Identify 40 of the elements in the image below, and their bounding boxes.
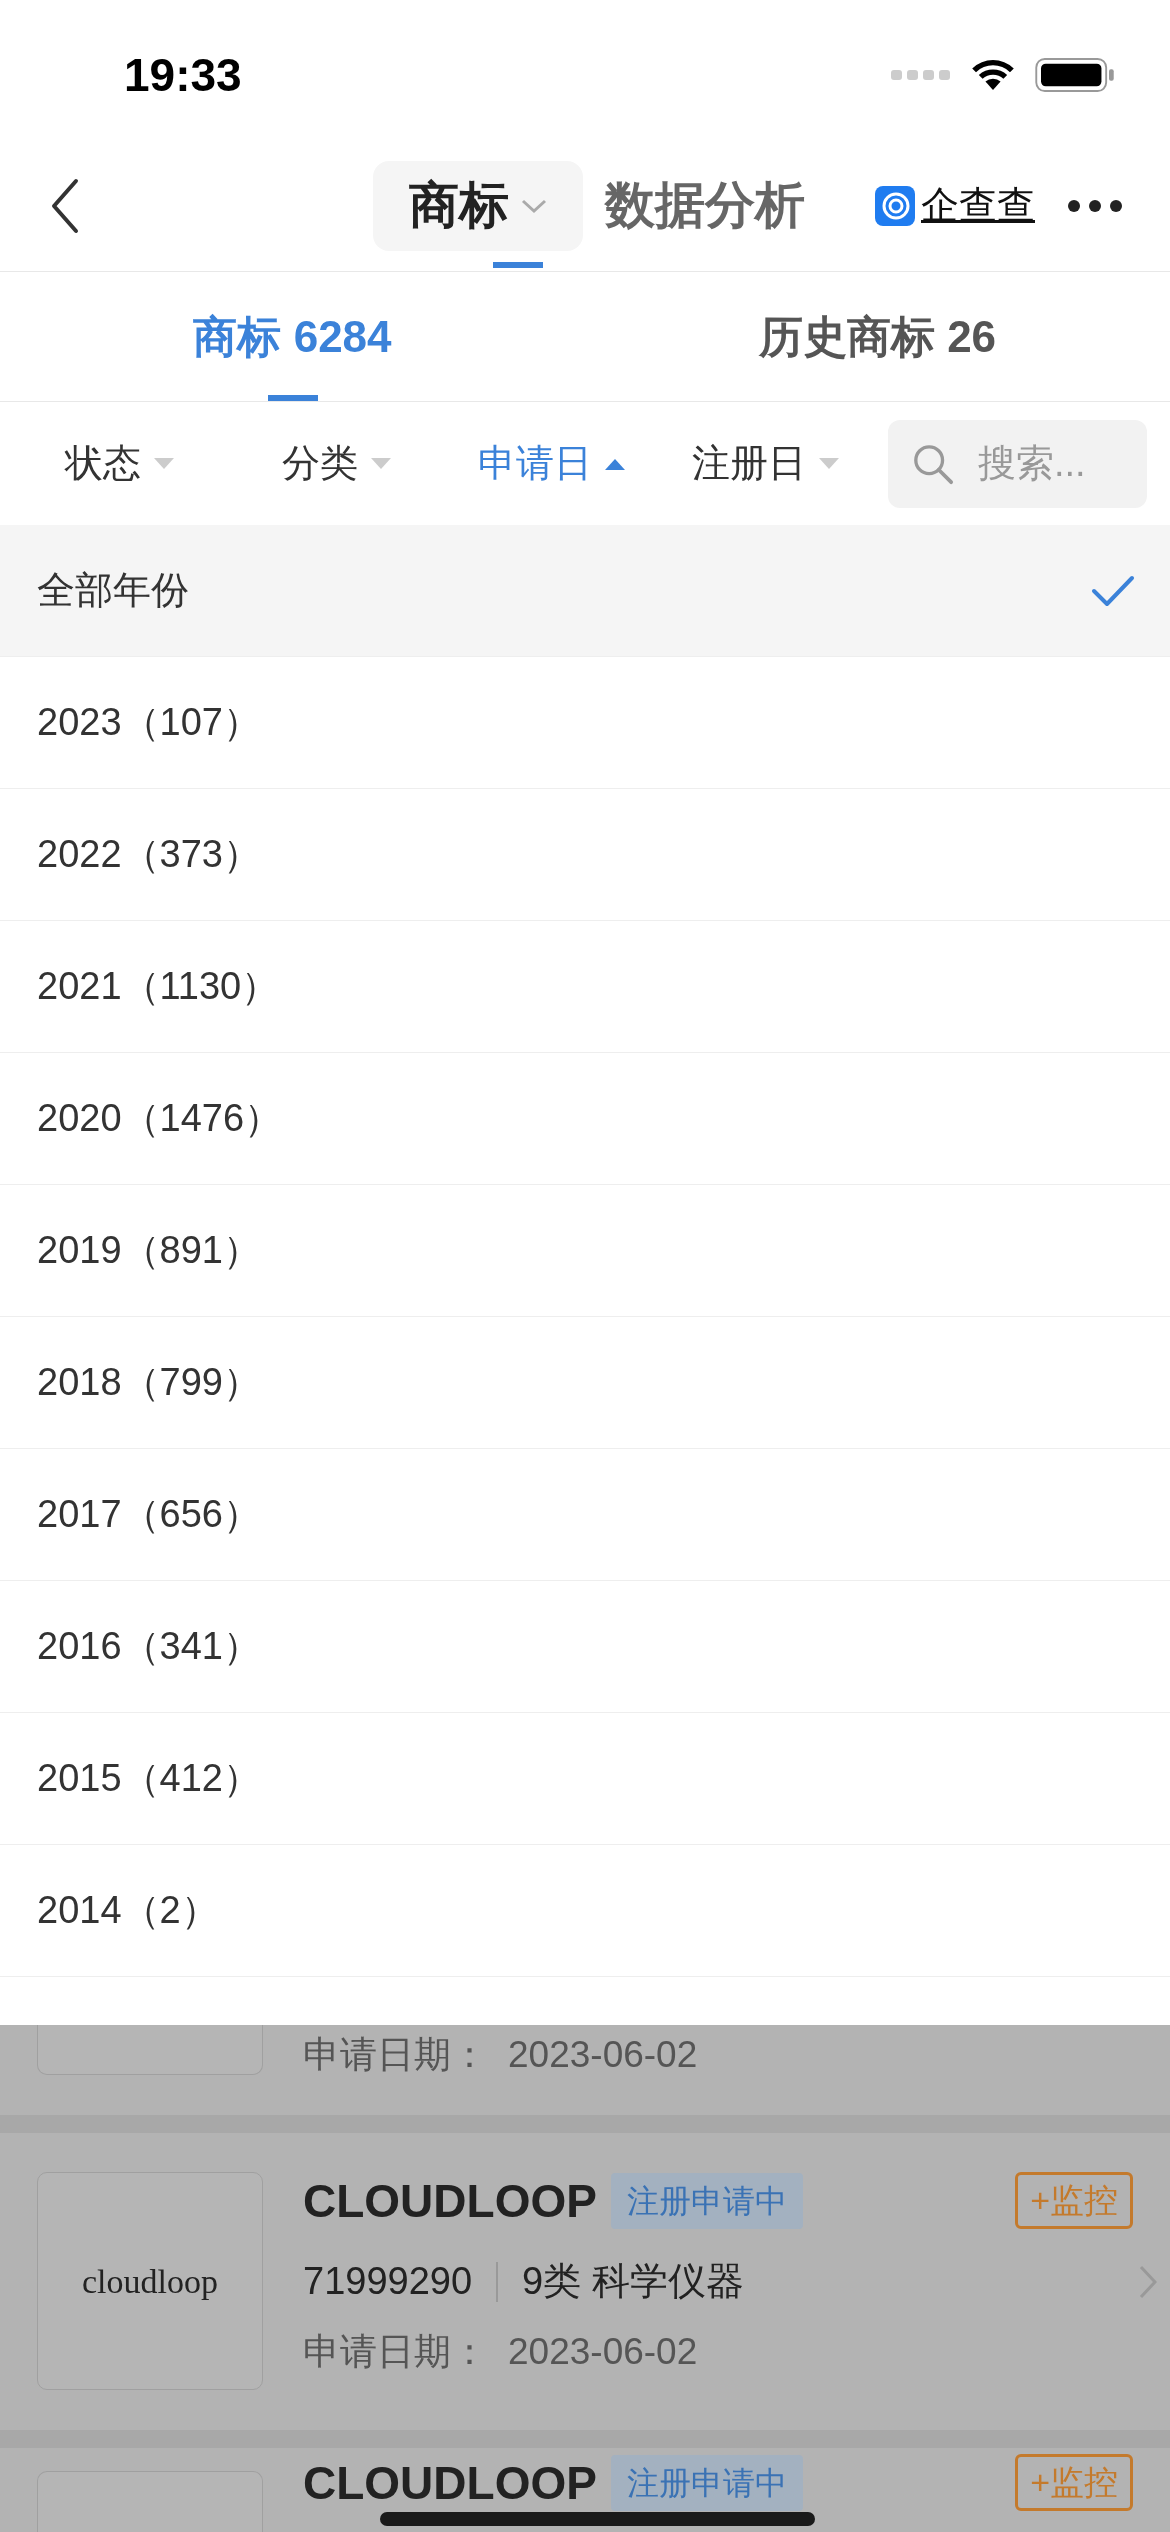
brand-logo-icon <box>875 185 915 226</box>
tab-indicator <box>267 395 318 401</box>
wifi-icon <box>969 58 1017 92</box>
filter-button[interactable]: 申请日 <box>478 435 692 492</box>
trademark-text: cloudloop <box>82 2261 218 2302</box>
status-tag: 注册申请中 <box>610 2454 803 2511</box>
registration-number: 71999290 <box>303 2259 473 2304</box>
brand-name: 企查查 <box>921 183 1035 228</box>
trademark-card[interactable]: CLOUDLOOP 注册申请中 +监控 <box>0 2448 1170 2532</box>
chevron-right-icon <box>1139 2264 1157 2299</box>
back-icon[interactable] <box>50 177 80 234</box>
caret-down-icon <box>818 456 840 471</box>
status-tag: 注册申请中 <box>610 2172 803 2229</box>
check-icon <box>1091 573 1135 608</box>
filter-button[interactable]: 状态 <box>65 435 282 492</box>
trademark-title: CLOUDLOOP <box>303 2177 597 2224</box>
search-field[interactable]: 搜索... <box>888 419 1147 508</box>
caret-down-icon <box>370 456 392 471</box>
trademark-class: 9类 科学仪器 <box>522 2259 744 2304</box>
date-label: 申请日期： <box>303 2330 488 2374</box>
caret-down-icon <box>153 456 175 471</box>
tab[interactable]: 商标 6284 <box>0 272 585 401</box>
more-icon[interactable] <box>1067 198 1123 213</box>
trademark-title: CLOUDLOOP <box>303 2459 597 2506</box>
nav-tab[interactable]: 数据分析 <box>605 160 805 251</box>
status-time: 19:33 <box>124 47 242 103</box>
application-date: 2023-06-02 <box>508 2330 698 2374</box>
trademark-card[interactable]: 申请日期： 2023-06-02 <box>0 2025 1170 2115</box>
signal-icon <box>891 68 951 82</box>
tab[interactable]: 历史商标 26 <box>585 272 1170 401</box>
battery-icon <box>1035 58 1115 92</box>
trademark-card[interactable]: cloudloop CLOUDLOOP 注册申请中 +监控 71999290 9类 科学仪器 申请日期： 2023-06-02 <box>0 2133 1170 2430</box>
filter-button[interactable]: 注册日 <box>692 435 888 492</box>
date-label: 申请日期： <box>303 2033 488 2077</box>
filter-button[interactable]: 分类 <box>282 435 478 492</box>
application-date: 2023-06-02 <box>508 2033 698 2077</box>
search-icon <box>912 442 954 485</box>
tab-indicator <box>493 261 543 268</box>
chevron-down-icon <box>521 197 547 214</box>
year-option[interactable]: 全部年份 <box>0 525 1170 657</box>
